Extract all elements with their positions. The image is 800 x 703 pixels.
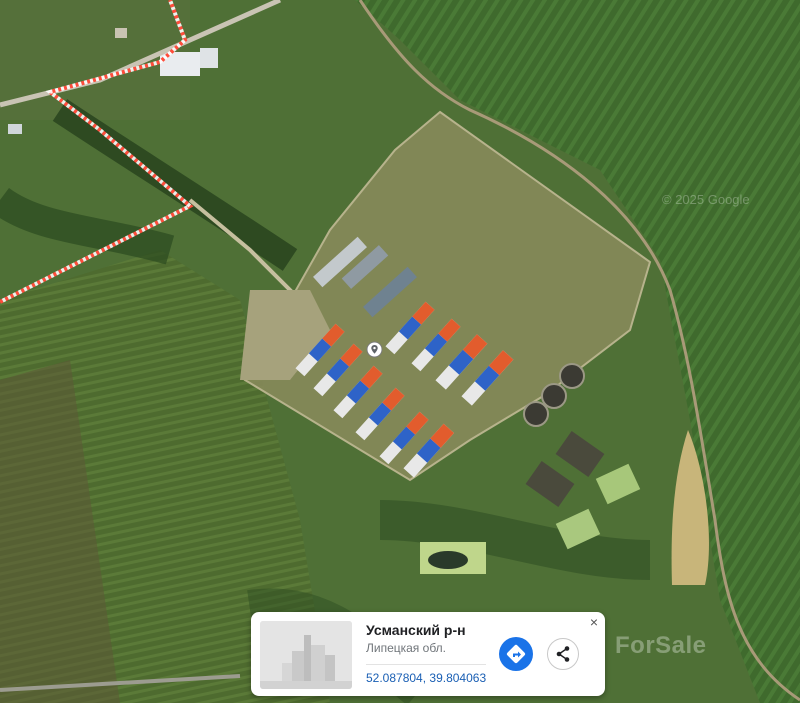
location-pin-icon[interactable]: [366, 341, 383, 358]
close-button[interactable]: ×: [587, 615, 601, 629]
place-thumbnail[interactable]: [260, 621, 352, 689]
place-card[interactable]: Усманский р-н Липецкая обл. 52.087804, 3…: [251, 612, 605, 696]
storage-tank: [523, 401, 549, 427]
map-attribution-watermark: © 2025 Google: [662, 192, 750, 207]
storage-tank: [559, 363, 585, 389]
village-house: [8, 124, 22, 134]
card-divider: [366, 664, 486, 665]
storage-tank: [541, 383, 567, 409]
place-subtitle: Липецкая обл.: [366, 641, 446, 655]
village-house: [115, 28, 127, 38]
forsale-watermark: ForSale: [615, 632, 707, 659]
place-title: Усманский р-н: [366, 622, 466, 638]
share-button[interactable]: [547, 638, 579, 670]
directions-button[interactable]: [499, 637, 533, 671]
coordinates-link[interactable]: 52.087804, 39.804063: [366, 671, 486, 685]
pond-water: [428, 551, 468, 569]
village-house: [200, 48, 218, 68]
directions-icon: [506, 644, 526, 664]
share-icon: [556, 646, 570, 662]
satellite-map[interactable]: [0, 0, 800, 703]
